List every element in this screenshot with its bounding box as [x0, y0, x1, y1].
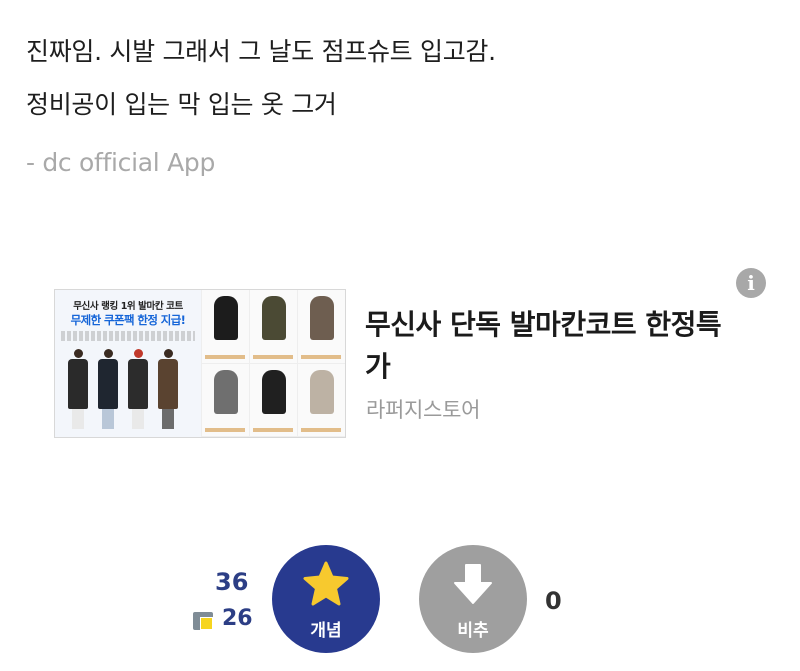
ad-title[interactable]: 무신사 단독 발마칸코트 한정특가 [365, 304, 725, 388]
app-signature: - dc official App [26, 148, 216, 177]
model-figure [127, 349, 149, 429]
recommend-count: 36 [215, 568, 249, 596]
thumbnail-headline-top: 무신사 랭킹 1위 발마칸 코트 [73, 301, 183, 312]
fix-recommend-count: 26 [222, 606, 253, 631]
ad-thumbnail[interactable]: 무신사 랭킹 1위 발마칸 코트 무제한 쿠폰팩 한정 지급! [54, 289, 346, 438]
thumbnail-headline-main: 무제한 쿠폰팩 한정 지급! [70, 313, 186, 327]
nonrecommend-label: 비추 [457, 621, 489, 641]
product-tile [201, 290, 249, 364]
arrow-down-icon [454, 564, 492, 604]
product-tile [249, 363, 297, 437]
nonrecommend-button[interactable]: 비추 [419, 545, 527, 653]
ad-store-name[interactable]: 라퍼지스토어 [366, 394, 480, 424]
product-grid [201, 290, 345, 437]
product-tile [201, 363, 249, 437]
product-tile [297, 290, 345, 364]
model-figure [157, 349, 179, 429]
model-figure [67, 349, 89, 429]
thumbnail-banner: 무신사 랭킹 1위 발마칸 코트 무제한 쿠폰팩 한정 지급! [55, 290, 201, 437]
thumbnail-fine-print [61, 331, 195, 341]
fix-recommend-icon [193, 612, 213, 630]
ad-info-icon[interactable]: i [736, 268, 766, 298]
post-line-1: 진짜임. 시발 그래서 그 날도 점프슈트 입고감. [26, 37, 496, 66]
recommend-label: 개념 [310, 621, 342, 641]
product-tile [249, 290, 297, 364]
post-line-2: 정비공이 입는 막 입는 옷 그거 [26, 90, 337, 119]
product-tile [297, 363, 345, 437]
model-figure [97, 349, 119, 429]
recommend-button[interactable]: 개념 [272, 545, 380, 653]
star-icon [303, 561, 349, 606]
nonrecommend-count: 0 [545, 587, 562, 615]
